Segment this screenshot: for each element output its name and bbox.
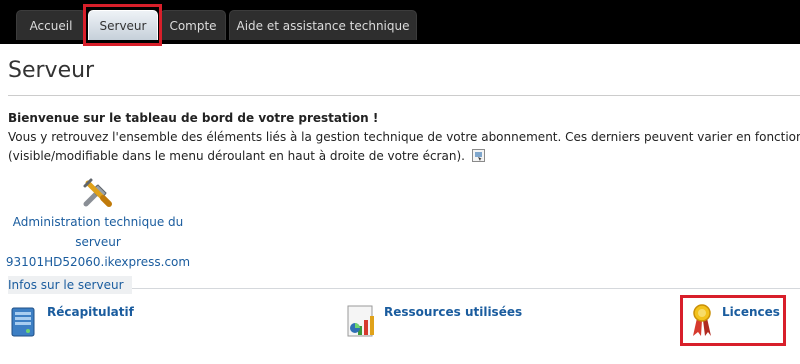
serveur-tab-highlight (83, 4, 162, 46)
server-icon (11, 307, 35, 337)
tab-aide[interactable]: Aide et assistance technique (229, 10, 417, 40)
licences-highlight (680, 295, 786, 346)
help-icon[interactable] (471, 149, 485, 162)
admin-technique-link[interactable]: Administration technique du serveur 9310… (0, 176, 196, 272)
intro-line-2: Vous y retrouvez l'ensemble des éléments… (8, 130, 800, 144)
admin-label-line1: Administration technique du (12, 215, 184, 229)
section-title: Infos sur le serveur (8, 276, 132, 294)
page-title: Serveur (8, 58, 95, 83)
intro-line-3: (visible/modifiable dans le menu déroula… (8, 149, 465, 163)
ressources-utilisees-link[interactable]: Ressources utilisées (384, 305, 522, 319)
admin-label-line2: serveur (75, 235, 121, 249)
tools-icon (83, 178, 112, 207)
welcome-text: Bienvenue sur le tableau de bord de votr… (8, 111, 379, 125)
title-divider (8, 95, 800, 96)
intro-text: Bienvenue sur le tableau de bord de votr… (8, 109, 800, 166)
server-hostname: 93101HD52060.ikexpress.com (5, 255, 191, 269)
tab-compte[interactable]: Compte (160, 10, 226, 40)
recapitulatif-link[interactable]: Récapitulatif (47, 305, 134, 319)
tab-accueil[interactable]: Accueil (16, 10, 86, 40)
chart-icon (347, 305, 374, 337)
